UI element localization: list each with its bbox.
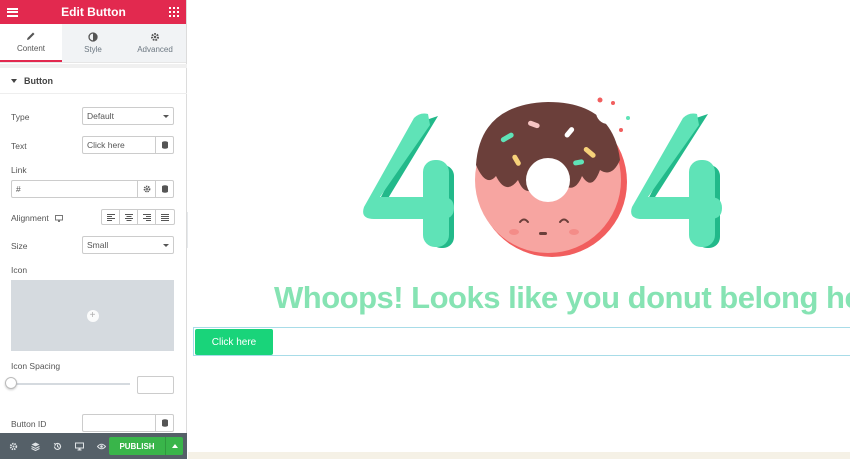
- alignment-buttons: [101, 209, 175, 225]
- icon-picker[interactable]: +: [11, 280, 174, 351]
- icon-spacing-slider-handle[interactable]: [5, 377, 17, 389]
- digit-four-left-text: 4: [188, 0, 189, 1]
- tab-content[interactable]: Content: [0, 24, 62, 62]
- dynamic-tags-button[interactable]: [155, 136, 173, 154]
- icon-label: Icon: [11, 265, 28, 275]
- tab-content-label: Content: [16, 44, 46, 53]
- history-button[interactable]: [48, 437, 66, 455]
- editor-panel: Edit Button Content Style Advanced Butto…: [0, 0, 187, 459]
- panel-footer: PUBLISH: [0, 433, 187, 459]
- text-label: Text: [11, 141, 27, 151]
- publish-button[interactable]: PUBLISH: [109, 437, 165, 455]
- align-center-button[interactable]: [120, 210, 138, 224]
- panel-tabs: Content Style Advanced: [0, 24, 186, 63]
- digit-four-right: 4: [188, 0, 722, 248]
- database-icon: [161, 141, 168, 149]
- text-input[interactable]: Click here: [82, 136, 174, 154]
- chevron-down-icon: [163, 244, 169, 247]
- database-icon: [161, 185, 168, 193]
- alignment-label: Alignment: [11, 213, 49, 223]
- eye-icon: [96, 443, 106, 449]
- panel-title: Edit Button: [61, 5, 126, 19]
- align-left-button[interactable]: [102, 210, 120, 224]
- alignment-row: Alignment: [11, 213, 63, 223]
- size-label: Size: [11, 241, 28, 251]
- publish-options-button[interactable]: [165, 437, 183, 455]
- size-select[interactable]: Small: [82, 236, 174, 254]
- panel-controls: Button Type Default Text Click here Link…: [0, 64, 187, 432]
- align-center-icon: [124, 213, 133, 221]
- size-select-value: Small: [87, 240, 109, 250]
- link-input[interactable]: #: [11, 180, 174, 198]
- widgets-grid-icon[interactable]: [169, 7, 179, 17]
- link-dynamic-tags-button[interactable]: [155, 180, 173, 198]
- link-options-button[interactable]: [137, 180, 155, 198]
- align-justify-icon: [161, 213, 169, 221]
- panel-header: Edit Button: [0, 0, 186, 24]
- icon-spacing-label: Icon Spacing: [11, 361, 61, 371]
- desktop-icon: [74, 442, 84, 450]
- history-icon: [53, 442, 61, 450]
- button-id-label: Button ID: [11, 419, 47, 429]
- icon-spacing-slider-track[interactable]: [11, 383, 130, 385]
- page-headline: Whoops! Looks like you donut belong here: [274, 280, 850, 315]
- gear-icon: [9, 442, 17, 450]
- pencil-icon: [27, 32, 35, 40]
- align-right-icon: [142, 213, 151, 221]
- desktop-icon: [54, 214, 63, 222]
- chevron-down-icon: [163, 115, 169, 118]
- preview-button[interactable]: [92, 437, 110, 455]
- section-title: Button: [24, 75, 53, 86]
- selected-button-widget[interactable]: Click here: [193, 327, 850, 356]
- plus-circle-icon: +: [86, 309, 99, 322]
- type-label: Type: [11, 112, 30, 122]
- tab-style[interactable]: Style: [62, 24, 124, 62]
- link-input-value: #: [16, 184, 21, 194]
- gear-icon: [143, 185, 150, 193]
- hero-404-illustration: 4 4: [188, 0, 722, 257]
- digit-four-right-text: 4: [188, 0, 189, 1]
- button-id-input[interactable]: [82, 414, 174, 432]
- digit-four-left: 4: [188, 0, 454, 248]
- click-here-button[interactable]: Click here: [195, 329, 273, 355]
- settings-button[interactable]: [4, 437, 22, 455]
- align-left-icon: [106, 213, 115, 221]
- type-select[interactable]: Default: [82, 107, 174, 125]
- text-input-value: Click here: [87, 140, 125, 150]
- gear-icon: [151, 33, 159, 41]
- layers-icon: [30, 442, 40, 451]
- menu-icon[interactable]: [7, 7, 18, 17]
- page-footer-strip: [188, 452, 850, 459]
- database-icon: [161, 419, 168, 427]
- responsive-mode-button[interactable]: [70, 437, 88, 455]
- navigator-button[interactable]: [26, 437, 44, 455]
- donut-icon: [475, 97, 630, 257]
- section-button-header[interactable]: Button: [0, 64, 187, 94]
- type-select-value: Default: [87, 111, 114, 121]
- tab-advanced-label: Advanced: [137, 45, 173, 54]
- align-right-button[interactable]: [138, 210, 156, 224]
- contrast-icon: [88, 32, 98, 42]
- page-preview: 4 4 Whoops! Looks like you donut belong …: [188, 0, 850, 459]
- align-justify-button[interactable]: [156, 210, 174, 224]
- caret-down-icon: [11, 78, 17, 83]
- tab-advanced[interactable]: Advanced: [124, 24, 186, 62]
- icon-spacing-input[interactable]: [137, 376, 174, 394]
- tab-style-label: Style: [84, 45, 102, 54]
- link-label: Link: [11, 165, 27, 175]
- caret-up-icon: [171, 444, 178, 448]
- button-id-dynamic-tags-button[interactable]: [155, 414, 173, 432]
